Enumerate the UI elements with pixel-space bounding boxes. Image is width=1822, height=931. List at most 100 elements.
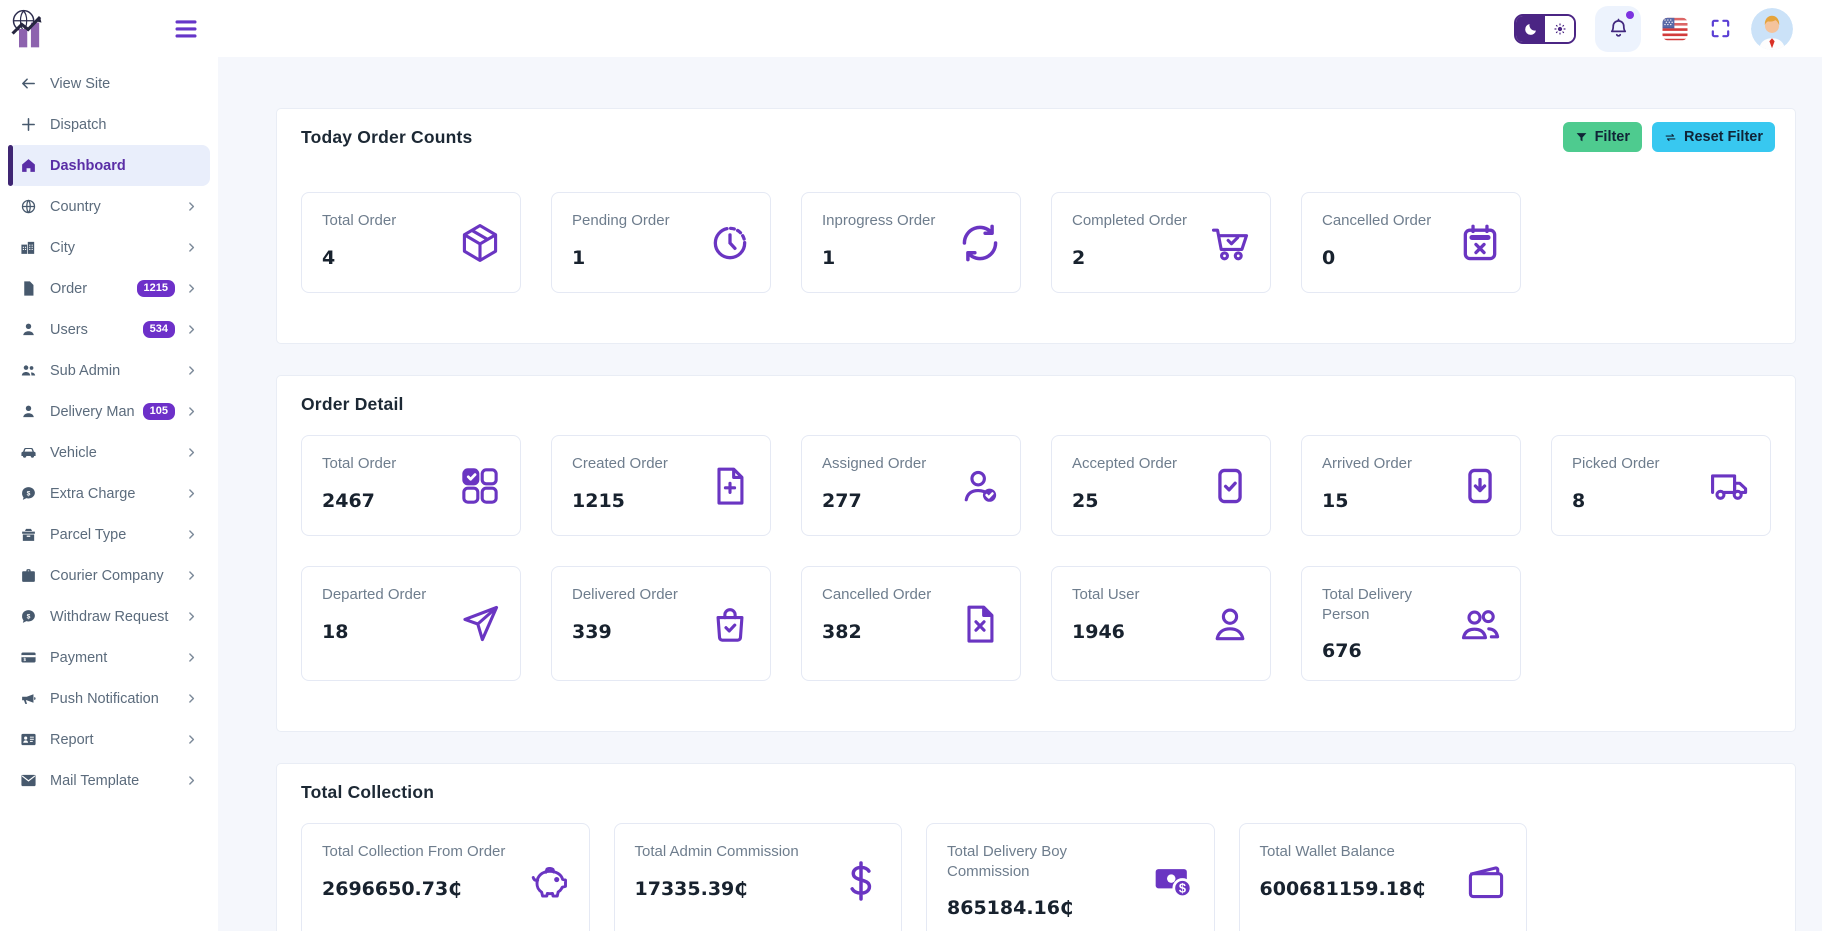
sidebar: View Site Dispatch Dashboard Country Cit (0, 57, 218, 931)
users-outline-icon (1458, 602, 1502, 646)
reset-filter-button[interactable]: Reset Filter (1652, 122, 1775, 152)
money-icon: $ (1152, 859, 1196, 903)
stat-card: Arrived Order 15 (1301, 435, 1521, 536)
sidebar-item[interactable]: City (8, 227, 210, 268)
filter-buttons: Filter Reset Filter (1563, 122, 1775, 152)
stat-card: Pending Order 1 (551, 192, 771, 293)
funnel-icon (1575, 131, 1588, 144)
wallet-icon (1464, 859, 1508, 903)
svg-text:$: $ (27, 613, 31, 620)
count-badge: 105 (143, 403, 175, 420)
arrow-left-icon (20, 75, 37, 92)
total-collection-cards: Total Collection From Order 2696650.73₵ … (301, 823, 1527, 931)
avatar-image[interactable] (1751, 8, 1793, 50)
topbar-right (1514, 6, 1822, 52)
globe-icon (20, 198, 37, 215)
main-content: Today Order Counts Filter Reset Filter T… (218, 57, 1822, 931)
stat-card: Accepted Order 25 (1051, 435, 1271, 536)
stat-card: Departed Order 18 (301, 566, 521, 681)
chevron-right-icon (185, 241, 198, 254)
stat-card: Picked Order 8 (1551, 435, 1771, 536)
file-x-icon (958, 602, 1002, 646)
briefcase-icon (20, 567, 37, 584)
sidebar-item[interactable]: $ Withdraw Request (8, 596, 210, 637)
svg-text:$: $ (27, 490, 31, 497)
sidebar-item-label: Report (50, 732, 185, 748)
sun-icon (1552, 21, 1568, 37)
sidebar-item-label: Sub Admin (50, 363, 185, 379)
light-mode-segment[interactable] (1545, 16, 1574, 42)
sidebar-item[interactable]: Delivery Man 105 (8, 391, 210, 432)
sidebar-item[interactable]: Vehicle (8, 432, 210, 473)
chevron-right-icon (185, 692, 198, 705)
cart-check-icon (1208, 221, 1252, 265)
sidebar-item[interactable]: Dispatch (8, 104, 210, 145)
stat-card: Total Order 4 (301, 192, 521, 293)
sidebar-item[interactable]: $ Extra Charge (8, 473, 210, 514)
chevron-right-icon (185, 651, 198, 664)
sidebar-item-label: Mail Template (50, 773, 185, 789)
menu-icon[interactable] (170, 15, 202, 43)
notifications-button[interactable] (1595, 6, 1641, 52)
order-detail-cards: Total Order 2467 Created Order 1215 Assi… (301, 435, 1771, 681)
sidebar-item[interactable]: Push Notification (8, 678, 210, 719)
sidebar-item[interactable]: Report (8, 719, 210, 760)
order-detail-panel: Order Detail Total Order 2467 Created Or… (276, 375, 1796, 732)
sidebar-item-label: Dispatch (50, 117, 198, 133)
send-icon (458, 602, 502, 646)
sidebar-item[interactable]: Parcel Type (8, 514, 210, 555)
sidebar-item-label: Vehicle (50, 445, 185, 461)
stat-card: Total Collection From Order 2696650.73₵ (301, 823, 590, 931)
sidebar-item-label: Users (50, 322, 143, 338)
id-card-icon (20, 731, 37, 748)
sidebar-item-label: View Site (50, 76, 198, 92)
sidebar-item-label: Country (50, 199, 185, 215)
sidebar-item[interactable]: Dashboard (8, 145, 210, 186)
megaphone-icon (20, 690, 37, 707)
section-title: Total Collection (301, 782, 1771, 803)
sidebar-item-label: Extra Charge (50, 486, 185, 502)
user-check-icon (958, 464, 1002, 508)
dark-mode-segment[interactable] (1516, 16, 1545, 42)
sidebar-item-label: Payment (50, 650, 185, 666)
moon-icon (1523, 21, 1539, 37)
us-flag-icon[interactable] (1660, 14, 1690, 44)
bell-icon (1607, 17, 1630, 40)
truck-icon (1708, 464, 1752, 508)
fullscreen-icon[interactable] (1709, 17, 1732, 40)
logo-icon[interactable] (8, 6, 52, 52)
sidebar-item[interactable]: View Site (8, 63, 210, 104)
user-icon (20, 321, 37, 338)
stat-card: Total Admin Commission 17335.39₵ (614, 823, 903, 931)
grid-check-icon (458, 464, 502, 508)
sidebar-item-label: Courier Company (50, 568, 185, 584)
sidebar-item[interactable]: Courier Company (8, 555, 210, 596)
chevron-right-icon (185, 446, 198, 459)
sidebar-item[interactable]: Mail Template (8, 760, 210, 801)
sidebar-item-label: Parcel Type (50, 527, 185, 543)
stat-card: Cancelled Order 0 (1301, 192, 1521, 293)
filter-button[interactable]: Filter (1563, 122, 1642, 152)
sidebar-item-label: Withdraw Request (50, 609, 185, 625)
chevron-right-icon (185, 200, 198, 213)
sidebar-item[interactable]: Order 1215 (8, 268, 210, 309)
today-cards: Total Order 4 Pending Order 1 Inprogress… (301, 192, 1771, 293)
file-plus-icon (708, 464, 752, 508)
sidebar-item[interactable]: Sub Admin (8, 350, 210, 391)
total-collection-panel: Total Collection Total Collection From O… (276, 763, 1796, 931)
chevron-right-icon (185, 528, 198, 541)
section-title: Order Detail (301, 394, 1771, 415)
sidebar-item[interactable]: Users 534 (8, 309, 210, 350)
sidebar-item-label: Push Notification (50, 691, 185, 707)
sidebar-item[interactable]: Country (8, 186, 210, 227)
sidebar-item-label: City (50, 240, 185, 256)
chevron-right-icon (185, 405, 198, 418)
clock-icon (708, 221, 752, 265)
sidebar-item-label: Order (50, 281, 137, 297)
file-icon (20, 280, 37, 297)
comment-dollar-icon: $ (20, 485, 37, 502)
sidebar-item[interactable]: $ Payment (8, 637, 210, 678)
count-badge: 1215 (137, 280, 175, 297)
theme-toggle[interactable] (1514, 14, 1576, 44)
stat-card: Inprogress Order 1 (801, 192, 1021, 293)
